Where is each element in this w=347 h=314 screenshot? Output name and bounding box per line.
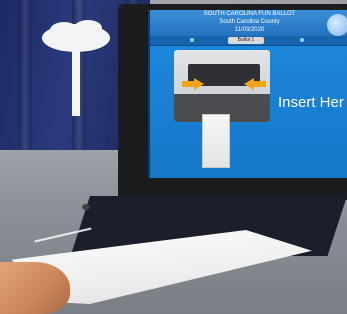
arrow-left-icon (244, 78, 254, 90)
insert-instruction: Insert Her (278, 94, 344, 111)
pin-hole (82, 204, 90, 210)
ballot-header: SOUTH CAROLINA FUN BALLOT South Carolina… (150, 10, 347, 36)
touchscreen: SOUTH CAROLINA FUN BALLOT South Carolina… (148, 10, 347, 178)
arrow-right-icon-stem (182, 81, 194, 87)
ballot-county: South Carolina County (219, 19, 280, 25)
ballot-insert-illustration (174, 50, 270, 122)
ballot-paper-icon (202, 114, 230, 168)
ballot-date: 11/03/2020 (234, 27, 265, 33)
photo-frame: SOUTH CAROLINA FUN BALLOT South Carolina… (0, 0, 347, 314)
hand (0, 262, 70, 314)
palmetto-tree-icon (42, 20, 110, 116)
status-badge: Ballot 1 (228, 37, 264, 44)
help-button[interactable] (327, 14, 347, 36)
ballot-title: SOUTH CAROLINA FUN BALLOT (203, 11, 296, 17)
arrow-right-icon (194, 78, 204, 90)
status-indicator (190, 38, 194, 42)
arrow-left-icon-stem (254, 81, 266, 87)
status-indicator (300, 38, 304, 42)
status-bar: Ballot 1 (150, 36, 347, 46)
